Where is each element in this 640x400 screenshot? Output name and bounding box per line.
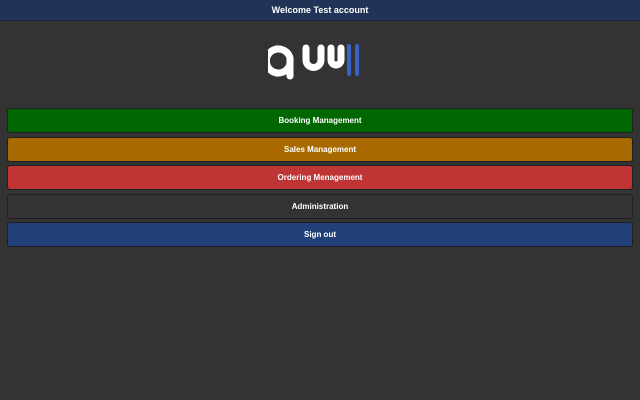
app-logo: [262, 40, 374, 86]
sign-out-button[interactable]: Sign out: [7, 222, 633, 247]
ordering-management-button[interactable]: Ordering Menagement: [7, 165, 633, 190]
quw-logo-icon: [262, 44, 359, 80]
booking-management-button[interactable]: Booking Management: [7, 108, 633, 133]
main-menu: Booking Management Sales Management Orde…: [7, 108, 633, 251]
sales-management-button[interactable]: Sales Management: [7, 136, 633, 162]
welcome-text: Welcome Test account: [271, 5, 369, 15]
header-bar: Welcome Test account: [0, 0, 640, 21]
administration-button[interactable]: Administration: [7, 193, 633, 219]
